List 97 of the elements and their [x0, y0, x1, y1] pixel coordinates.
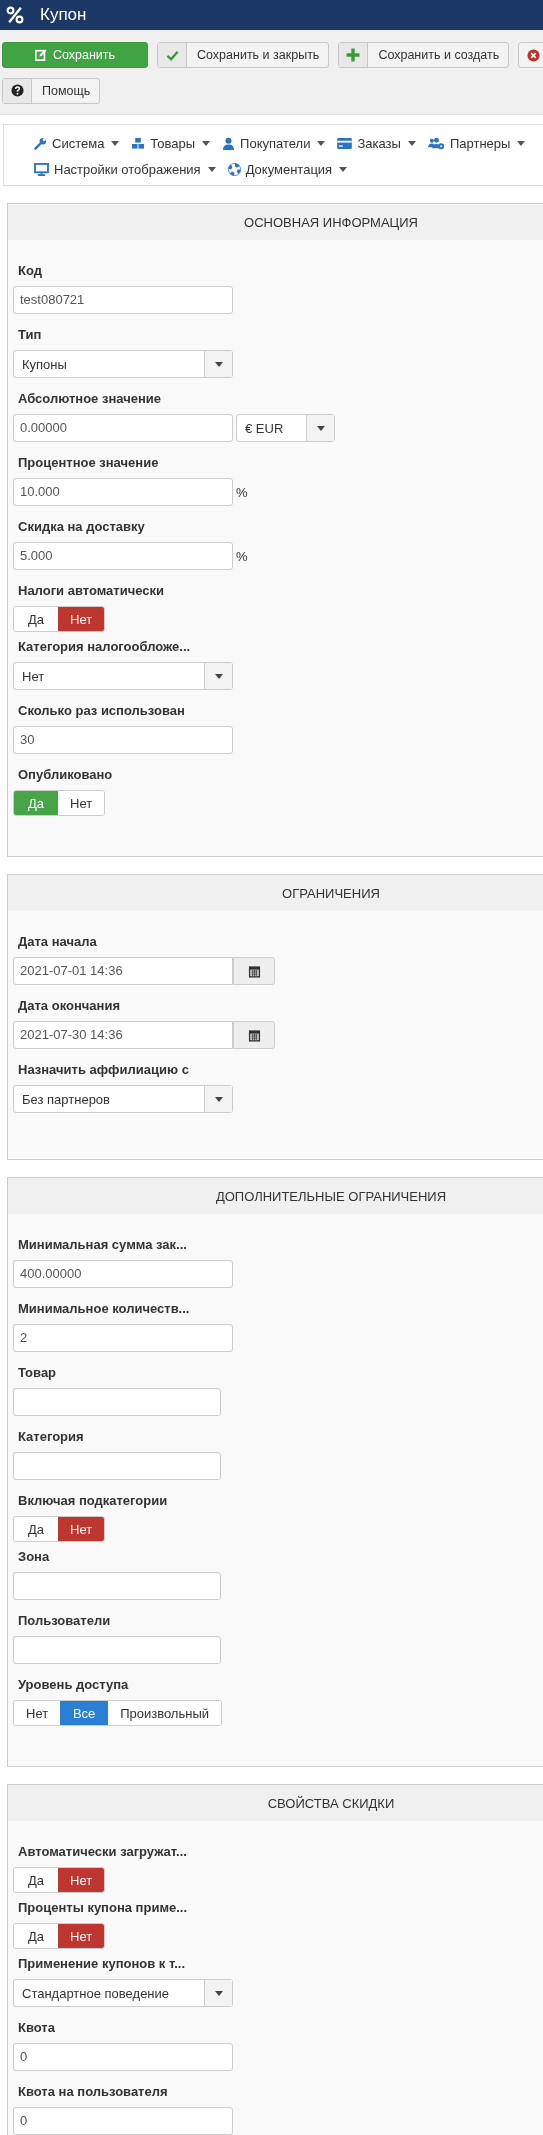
- caret-icon: [207, 166, 216, 172]
- caret-icon: [214, 1990, 223, 1996]
- menu-item[interactable]: Документация: [227, 157, 348, 181]
- text-field[interactable]: 2: [13, 1324, 233, 1352]
- field-label: Процентное значение: [17, 454, 160, 472]
- toolbar-button[interactable]: Сохранить и создать: [338, 42, 510, 68]
- menu-item[interactable]: Партнеры: [427, 131, 526, 155]
- select-field[interactable]: Нет: [13, 662, 233, 690]
- percent-icon: [6, 6, 24, 24]
- toggle-option[interactable]: Нет: [58, 607, 105, 631]
- menu-item[interactable]: Покупатели: [222, 131, 326, 155]
- panel-title: СВОЙСТВА СКИДКИ: [267, 1795, 395, 1811]
- text-field[interactable]: [13, 1452, 221, 1480]
- text-field[interactable]: [13, 1388, 221, 1416]
- field-label: Тип: [17, 326, 43, 344]
- panel-title: ОСНОВНАЯ ИНФОРМАЦИЯ: [244, 214, 418, 230]
- field-label: Опубликовано: [17, 766, 114, 784]
- caret-icon: [407, 140, 416, 146]
- field-label: Включая подкатегории: [17, 1492, 169, 1510]
- caret-icon: [517, 140, 526, 146]
- toolbar-button[interactable]: Помощь: [2, 77, 101, 104]
- monitor-icon: [34, 162, 49, 176]
- menu-item[interactable]: Заказы: [337, 131, 416, 155]
- calendar-button[interactable]: [233, 957, 275, 985]
- select-field[interactable]: Купоны: [13, 350, 233, 378]
- menu-item[interactable]: Товары: [131, 131, 211, 155]
- calendar-icon: [247, 964, 261, 978]
- calendar-button[interactable]: [233, 1021, 275, 1049]
- text-field[interactable]: 10.000: [13, 478, 233, 506]
- text-field[interactable]: 5.000: [13, 542, 233, 570]
- edit-icon: [34, 49, 47, 61]
- panel-title: ОГРАНИЧЕНИЯ: [282, 885, 380, 901]
- caret-icon: [339, 166, 348, 172]
- page-title: Купон: [40, 5, 87, 25]
- caret-icon: [214, 361, 223, 367]
- user-icon: [222, 136, 236, 150]
- field-label: Квота на пользователя: [17, 2083, 169, 2101]
- caret-icon: [317, 140, 326, 146]
- wrench-icon: [34, 136, 47, 150]
- field-label: Код: [17, 262, 43, 280]
- check-icon: [165, 48, 179, 62]
- text-field[interactable]: 0: [13, 2043, 233, 2071]
- caret-icon: [214, 1096, 223, 1102]
- currency-select[interactable]: € EUR: [236, 414, 335, 442]
- field-label: Зона: [17, 1548, 51, 1566]
- field-label: Пользователи: [17, 1612, 112, 1630]
- field-label: Уровень доступа: [17, 1676, 130, 1694]
- field-label: Дата окончания: [17, 997, 121, 1015]
- field-label: Применение купонов к т...: [17, 1955, 186, 1973]
- caret-icon: [214, 673, 223, 679]
- caret-icon: [111, 140, 120, 146]
- toggle-option[interactable]: Нет: [58, 1517, 105, 1541]
- toggle-option[interactable]: Нет: [58, 1868, 105, 1892]
- text-field[interactable]: 0: [13, 2107, 233, 2135]
- field-label: Категория: [17, 1428, 85, 1446]
- panel-title: ДОПОЛНИТЕЛЬНЫЕ ОГРАНИЧЕНИЯ: [215, 1188, 447, 1204]
- toggle-option[interactable]: Все: [60, 1701, 109, 1725]
- field-label: Товар: [17, 1364, 58, 1382]
- text-field[interactable]: test080721: [13, 286, 233, 314]
- text-field[interactable]: 30: [13, 726, 233, 754]
- select-field[interactable]: Без партнеров: [13, 1085, 233, 1113]
- toolbar-button[interactable]: Сохранить и закрыть: [157, 42, 330, 68]
- caret-icon: [316, 425, 325, 431]
- text-field[interactable]: [13, 1572, 221, 1600]
- unit-label: %: [236, 548, 248, 564]
- calendar-icon: [247, 1028, 261, 1042]
- field-label: Проценты купона приме...: [17, 1899, 189, 1917]
- help-icon: [10, 84, 24, 97]
- menu-item[interactable]: Настройки отображения: [34, 157, 216, 181]
- field-label: Скидка на доставку: [17, 518, 146, 536]
- caret-icon: [202, 140, 211, 146]
- field-label: Категория налогообложе...: [17, 638, 192, 656]
- field-label: Налоги автоматически: [17, 582, 166, 600]
- text-field[interactable]: 0.00000: [13, 414, 233, 442]
- cubes-icon: [131, 136, 146, 150]
- field-label: Дата начала: [17, 933, 98, 951]
- date-field[interactable]: 2021-07-01 14:36: [13, 957, 233, 985]
- unit-label: %: [236, 484, 248, 500]
- text-field[interactable]: 400.00000: [13, 1260, 233, 1288]
- text-field[interactable]: [13, 1636, 221, 1664]
- field-label: Минимальная сумма зак...: [17, 1236, 188, 1254]
- date-field[interactable]: 2021-07-30 14:36: [13, 1021, 233, 1049]
- plus-icon: [346, 48, 361, 62]
- life-ring-icon: [227, 162, 241, 176]
- users-icon: [427, 136, 445, 150]
- field-label: Абсолютное значение: [17, 390, 163, 408]
- toggle-option[interactable]: Нет: [58, 1924, 105, 1948]
- credit-card-icon: [337, 137, 353, 149]
- menu-item[interactable]: Система: [34, 131, 120, 155]
- field-label: Автоматически загружат...: [17, 1843, 188, 1861]
- field-label: Назначить аффилиацию с: [17, 1061, 190, 1079]
- field-label: Сколько раз использован: [17, 702, 186, 720]
- cancel-button[interactable]: [518, 42, 543, 68]
- field-label: Квота: [17, 2019, 56, 2037]
- field-label: Минимальное количеств...: [17, 1300, 191, 1318]
- select-field[interactable]: Стандартное поведение: [13, 1979, 233, 2007]
- close-icon: [526, 48, 540, 62]
